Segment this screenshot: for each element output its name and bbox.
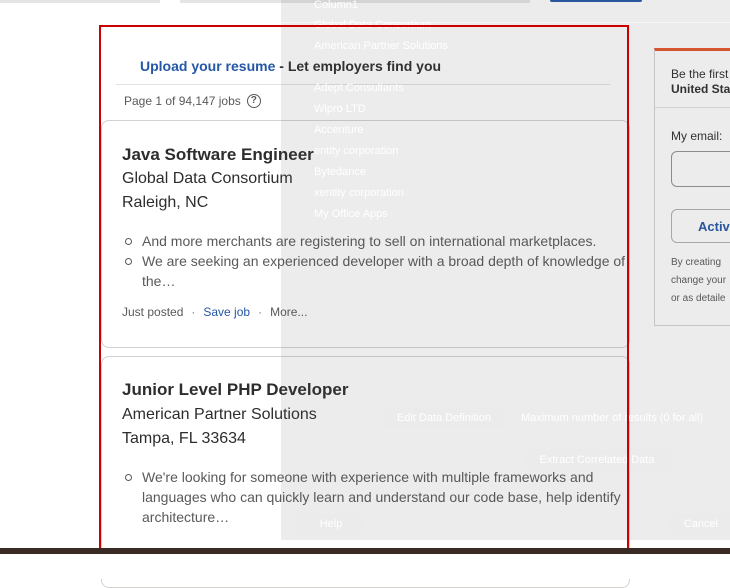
page-bottom (0, 554, 730, 579)
column-header: Column1 (314, 0, 359, 11)
what-search-field[interactable] (0, 0, 160, 3)
selection-rectangle (99, 25, 629, 552)
cancel-button[interactable]: Cancel (666, 513, 730, 535)
